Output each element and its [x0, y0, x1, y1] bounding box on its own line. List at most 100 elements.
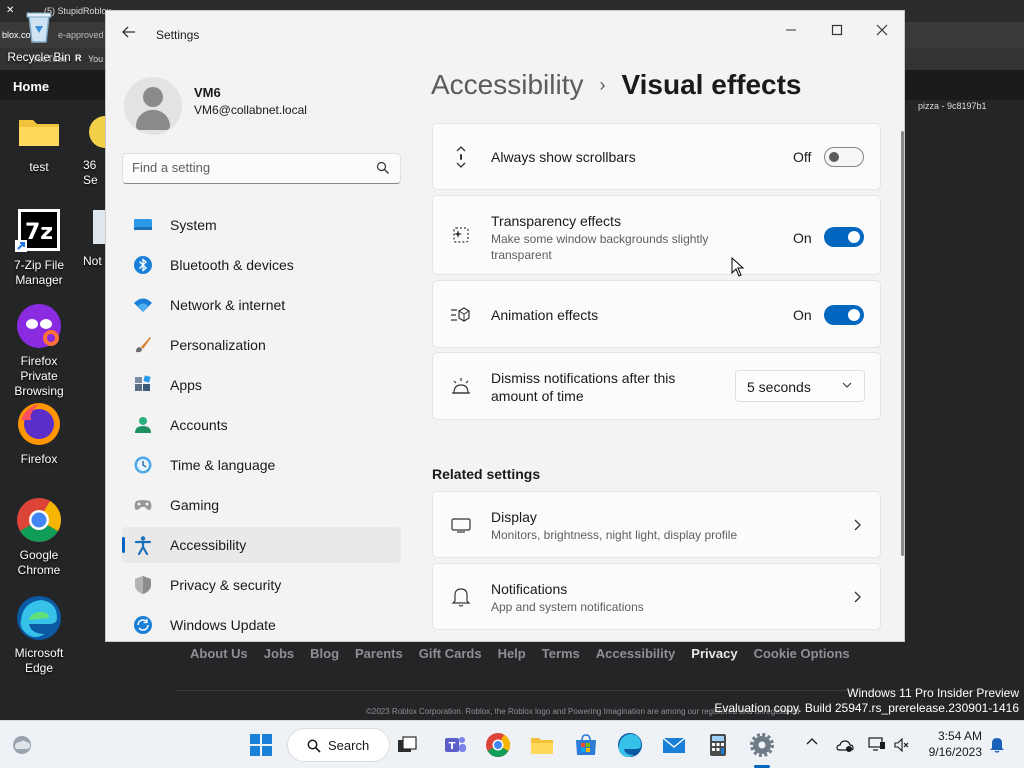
sidebar-item-windows-update[interactable]: Windows Update	[122, 607, 401, 641]
desktop-icon-7zip[interactable]: 7z 7-Zip File Manager	[1, 206, 77, 288]
select-value: 5 seconds	[747, 379, 811, 395]
network-icon[interactable]	[868, 735, 886, 753]
start-icon[interactable]	[247, 731, 275, 759]
teams-icon[interactable]: T	[441, 731, 469, 759]
setting-title: Animation effects	[491, 307, 599, 323]
wifi-icon	[134, 298, 152, 312]
file-explorer-icon[interactable]	[528, 731, 556, 759]
sidebar-item-privacy[interactable]: Privacy & security	[122, 567, 401, 603]
sidebar-item-gaming[interactable]: Gaming	[122, 487, 401, 523]
system-icon	[134, 219, 152, 230]
related-settings-heading: Related settings	[432, 466, 541, 482]
desktop-icon-label: 7-Zip File Manager	[13, 258, 64, 287]
desktop-icon-firefox-private[interactable]: Firefox Private Browsing	[1, 302, 77, 399]
folder-icon	[15, 108, 63, 156]
watermark-line2: Evaluation copy. Build 25947.rs_prerelea…	[714, 701, 1019, 715]
chevron-down-icon	[842, 382, 852, 388]
close-button[interactable]	[865, 19, 899, 43]
animation-toggle[interactable]	[824, 305, 864, 325]
sidebar-item-network[interactable]: Network & internet	[122, 287, 401, 323]
sidebar-item-label: System	[170, 217, 217, 233]
sidebar-item-label: Accessibility	[170, 537, 247, 553]
footer-link[interactable]: Accessibility	[596, 646, 676, 661]
transparency-toggle[interactable]	[824, 227, 864, 247]
calculator-icon[interactable]	[704, 731, 732, 759]
setting-description: App and system notifications	[491, 600, 644, 614]
sidebar-nav: System Bluetooth & devices Network & int…	[122, 207, 401, 641]
desktop-icon-recycle-bin[interactable]: Recycle Bin	[1, 6, 77, 65]
edge-icon[interactable]	[616, 731, 644, 759]
sidebar-item-bluetooth[interactable]: Bluetooth & devices	[122, 247, 401, 283]
back-arrow-icon	[122, 26, 135, 38]
chevron-up-icon[interactable]	[806, 736, 818, 748]
footer-link[interactable]: Gift Cards	[419, 646, 482, 661]
taskbar-clock[interactable]: 3:54 AM 9/16/2023	[920, 728, 982, 760]
sidebar-item-label: Gaming	[170, 497, 220, 513]
weather-icon[interactable]	[11, 734, 33, 756]
svg-text:7z: 7z	[25, 220, 53, 245]
desktop-icon-partial-notepad[interactable]: Not	[83, 206, 105, 269]
search-icon[interactable]	[376, 161, 390, 175]
footer-link[interactable]: Help	[498, 646, 526, 661]
store-icon[interactable]	[572, 731, 600, 759]
windows-watermark: Windows 11 Pro Insider Preview Evaluatio…	[714, 686, 1019, 716]
desktop-icon-label: Microsoft Edge	[14, 646, 64, 675]
volume-muted-icon[interactable]	[894, 737, 910, 753]
recycle-bin-icon	[19, 6, 59, 46]
desktop-icon-label: test	[29, 160, 49, 174]
setting-card-transparency: Transparency effects Make some window ba…	[432, 195, 881, 275]
title-bar[interactable]: Settings	[106, 11, 904, 59]
sidebar-item-accessibility[interactable]: Accessibility	[122, 527, 401, 563]
bookmark-pizza[interactable]: pizza - 9c8197b1	[918, 101, 987, 111]
desktop-icon-partial[interactable]: 36 Se	[83, 110, 105, 188]
taskbar-search-button[interactable]: Search	[287, 728, 390, 762]
back-button[interactable]	[118, 25, 140, 45]
desktop-icon-chrome[interactable]: Google Chrome	[1, 496, 77, 578]
user-name: VM6	[194, 85, 221, 100]
sidebar-item-personalization[interactable]: Personalization	[122, 327, 401, 363]
chrome-icon[interactable]	[484, 731, 512, 759]
footer-link[interactable]: Parents	[355, 646, 403, 661]
footer-link-privacy[interactable]: Privacy	[691, 646, 737, 661]
footer-link[interactable]: Blog	[310, 646, 339, 661]
bluetooth-icon	[134, 256, 152, 274]
search-input[interactable]	[132, 160, 362, 175]
desktop-icon-label: Google Chrome	[17, 548, 61, 577]
sidebar-item-system[interactable]: System	[122, 207, 401, 243]
sidebar-item-accounts[interactable]: Accounts	[122, 407, 401, 443]
task-view-icon[interactable]	[393, 731, 421, 759]
setting-card-scrollbars: Always show scrollbars Off	[432, 123, 881, 190]
desktop-icon-test[interactable]: test	[1, 108, 77, 175]
settings-icon[interactable]	[748, 731, 776, 759]
breadcrumb-parent[interactable]: Accessibility	[431, 69, 583, 101]
desktop-icon-edge[interactable]: Microsoft Edge	[1, 594, 77, 676]
search-box[interactable]	[122, 153, 401, 184]
setting-title: Notifications	[491, 581, 568, 597]
minimize-button[interactable]	[774, 19, 808, 43]
mail-icon[interactable]	[660, 731, 688, 759]
desktop-icon-firefox[interactable]: Firefox	[1, 400, 77, 467]
footer-link[interactable]: Jobs	[264, 646, 294, 661]
dismiss-duration-select[interactable]: 5 seconds	[735, 370, 865, 402]
related-card-display[interactable]: Display Monitors, brightness, night ligh…	[432, 491, 881, 558]
shield-icon	[135, 576, 151, 594]
timer-icon	[452, 378, 470, 394]
footer-link[interactable]: Terms	[542, 646, 580, 661]
footer-link[interactable]: About Us	[190, 646, 248, 661]
content-scrollbar[interactable]	[901, 131, 904, 556]
sidebar-item-time-language[interactable]: Time & language	[122, 447, 401, 483]
maximize-icon	[831, 24, 843, 36]
sidebar-item-apps[interactable]: Apps	[122, 367, 401, 403]
maximize-button[interactable]	[820, 19, 854, 43]
footer-link[interactable]: Cookie Options	[754, 646, 850, 661]
notification-bell-icon[interactable]	[988, 735, 1006, 753]
related-card-notifications[interactable]: Notifications App and system notificatio…	[432, 563, 881, 630]
animation-icon	[451, 307, 470, 322]
accessibility-icon	[134, 536, 152, 555]
roblox-home-link[interactable]: Home	[13, 79, 49, 94]
notepad-icon	[83, 206, 105, 250]
sidebar-item-label: Bluetooth & devices	[170, 257, 294, 273]
scrollbars-toggle[interactable]	[824, 147, 864, 167]
onedrive-icon[interactable]	[836, 737, 854, 753]
bookmark-you[interactable]: You	[88, 54, 103, 64]
